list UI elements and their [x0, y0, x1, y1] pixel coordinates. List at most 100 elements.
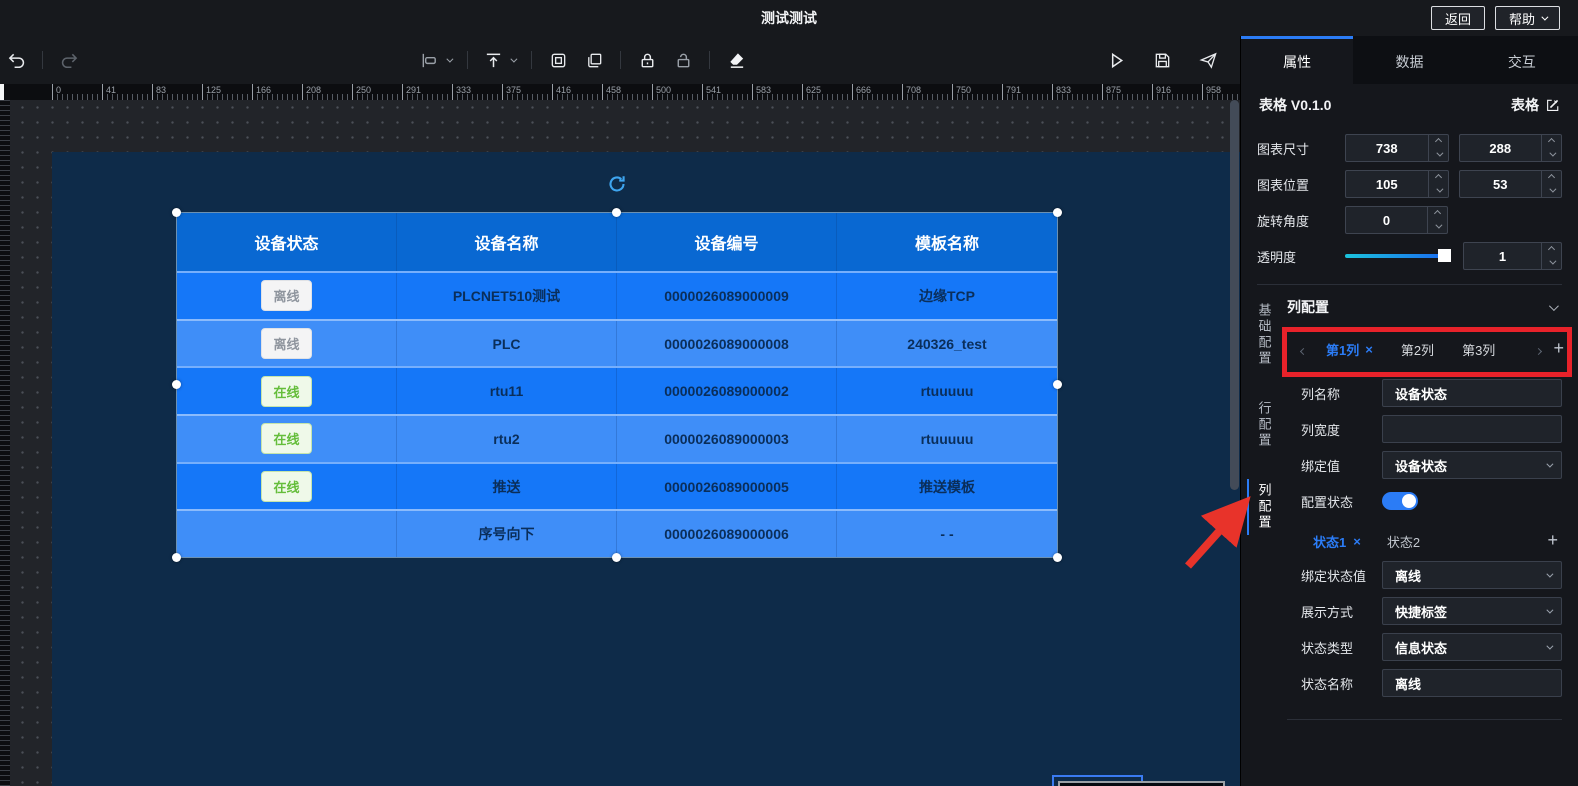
editor-app: 测试测试 返回 帮助 [0, 0, 1578, 786]
undo-icon[interactable] [6, 50, 26, 70]
stepper[interactable] [1427, 207, 1447, 233]
table-header: 设备名称 [397, 213, 617, 271]
design-canvas[interactable]: 设备状态 设备名称 设备编号 模板名称 离线 PLCNET510测试 00000… [52, 152, 1240, 786]
cell-code: 0000026089000008 [617, 321, 837, 367]
save-icon[interactable] [1152, 50, 1172, 70]
ruler-label: 166 [252, 84, 271, 100]
workspace[interactable]: 设备状态 设备名称 设备编号 模板名称 离线 PLCNET510测试 00000… [0, 100, 1240, 786]
refresh-icon[interactable] [606, 173, 628, 195]
vertical-scrollbar[interactable] [1230, 100, 1239, 490]
state-name-value[interactable] [1383, 670, 1561, 696]
vertical-ruler [0, 100, 10, 786]
unlock-icon[interactable] [673, 50, 693, 70]
back-button[interactable]: 返回 [1431, 6, 1485, 30]
ruler-label: 791 [1002, 84, 1021, 100]
device-table: 设备状态 设备名称 设备编号 模板名称 离线 PLCNET510测试 00000… [177, 213, 1057, 557]
ruler-label: 708 [902, 84, 921, 100]
position-label: 图表位置 [1257, 175, 1345, 194]
state-tab-1[interactable]: 状态1 × [1313, 532, 1387, 551]
preview-icon[interactable] [1106, 50, 1126, 70]
align-horizontal-dropdown[interactable] [420, 51, 451, 70]
resize-handle[interactable] [172, 380, 181, 389]
width-input[interactable]: 738 [1345, 134, 1449, 162]
tab-properties[interactable]: 属性 [1241, 36, 1353, 84]
group-icon[interactable] [548, 50, 568, 70]
stepper[interactable] [1541, 243, 1561, 269]
cell-template: 推送模板 [837, 464, 1057, 510]
resize-handle[interactable] [172, 553, 181, 562]
resize-handle[interactable] [172, 208, 181, 217]
scroll-left-icon[interactable] [1295, 342, 1312, 357]
scroll-right-icon[interactable] [1530, 342, 1547, 357]
edit-icon [1545, 98, 1560, 113]
table-row: 离线 PLC 0000026089000008 240326_test [177, 319, 1057, 367]
state-tab-2[interactable]: 状态2 [1387, 532, 1446, 551]
cell-template: rtuuuuu [837, 368, 1057, 414]
column-tab-3[interactable]: 第3列 [1448, 340, 1509, 359]
state-type-select[interactable]: 信息状态 [1382, 633, 1562, 661]
config-side-tabs: 基础配置 行配置 列配置 [1241, 287, 1285, 786]
add-column-icon[interactable]: + [1547, 338, 1568, 361]
cell-status: 在线 [177, 416, 397, 462]
duplicate-icon[interactable] [584, 50, 604, 70]
rotation-input[interactable]: 0 [1345, 206, 1448, 234]
cell-status [177, 511, 397, 557]
column-width-value[interactable] [1383, 416, 1561, 442]
close-icon[interactable]: × [1365, 342, 1373, 357]
close-icon[interactable]: × [1353, 534, 1361, 549]
minimap-frame [1058, 781, 1225, 786]
column-config-section-header[interactable]: 列配置 [1285, 287, 1578, 327]
column-tab-2[interactable]: 第2列 [1387, 340, 1448, 359]
column-name-value[interactable] [1383, 380, 1561, 406]
tab-data[interactable]: 数据 [1353, 36, 1465, 84]
add-state-icon[interactable]: + [1541, 530, 1562, 553]
bind-state-select[interactable]: 离线 [1382, 561, 1562, 589]
align-top-dropdown[interactable] [484, 51, 515, 70]
status-badge: 离线 [261, 328, 311, 359]
ruler-label: 875 [1102, 84, 1121, 100]
lock-icon[interactable] [637, 50, 657, 70]
config-state-toggle[interactable] [1382, 492, 1418, 510]
toolbar [0, 36, 1240, 84]
sidetab-basic-config[interactable]: 基础配置 [1247, 299, 1280, 371]
resize-handle[interactable] [612, 208, 621, 217]
resize-handle[interactable] [1053, 380, 1062, 389]
help-button[interactable]: 帮助 [1495, 6, 1560, 30]
ruler-label: 625 [802, 84, 821, 100]
cell-code: 0000026089000003 [617, 416, 837, 462]
chevron-down-icon [1541, 13, 1548, 20]
opacity-slider[interactable] [1345, 254, 1445, 258]
sidetab-column-config[interactable]: 列配置 [1247, 479, 1280, 535]
tab-interaction[interactable]: 交互 [1466, 36, 1578, 84]
opacity-input[interactable]: 1 [1463, 242, 1562, 270]
widget-type-link[interactable]: 表格 [1511, 95, 1560, 115]
resize-handle[interactable] [1053, 553, 1062, 562]
pos-y-input[interactable]: 53 [1459, 170, 1563, 198]
eraser-icon[interactable] [726, 50, 746, 70]
properties-panel: 属性 数据 交互 表格 V0.1.0 表格 图表尺寸 738 [1240, 36, 1578, 786]
column-tab-1[interactable]: 第1列 × [1312, 340, 1387, 359]
table-widget[interactable]: 设备状态 设备名称 设备编号 模板名称 离线 PLCNET510测试 00000… [177, 213, 1057, 557]
column-width-input[interactable] [1382, 415, 1562, 443]
bind-value-label: 绑定值 [1301, 456, 1382, 475]
chevron-down-icon [1546, 460, 1553, 467]
pos-x-input[interactable]: 105 [1345, 170, 1449, 198]
bind-value-select[interactable]: 设备状态 [1382, 451, 1562, 479]
slider-handle[interactable] [1438, 249, 1451, 262]
column-name-input[interactable] [1382, 379, 1562, 407]
resize-handle[interactable] [1053, 208, 1062, 217]
display-mode-select[interactable]: 快捷标签 [1382, 597, 1562, 625]
resize-handle[interactable] [612, 553, 621, 562]
height-input[interactable]: 288 [1459, 134, 1563, 162]
redo-icon[interactable] [59, 50, 79, 70]
cell-name: 推送 [397, 464, 617, 510]
ruler-label: 833 [1052, 84, 1071, 100]
size-label: 图表尺寸 [1257, 139, 1345, 158]
stepper[interactable] [1428, 171, 1448, 197]
publish-icon[interactable] [1198, 50, 1218, 70]
stepper[interactable] [1541, 171, 1561, 197]
stepper[interactable] [1541, 135, 1561, 161]
state-name-input[interactable] [1382, 669, 1562, 697]
stepper[interactable] [1428, 135, 1448, 161]
sidetab-row-config[interactable]: 行配置 [1247, 397, 1280, 453]
